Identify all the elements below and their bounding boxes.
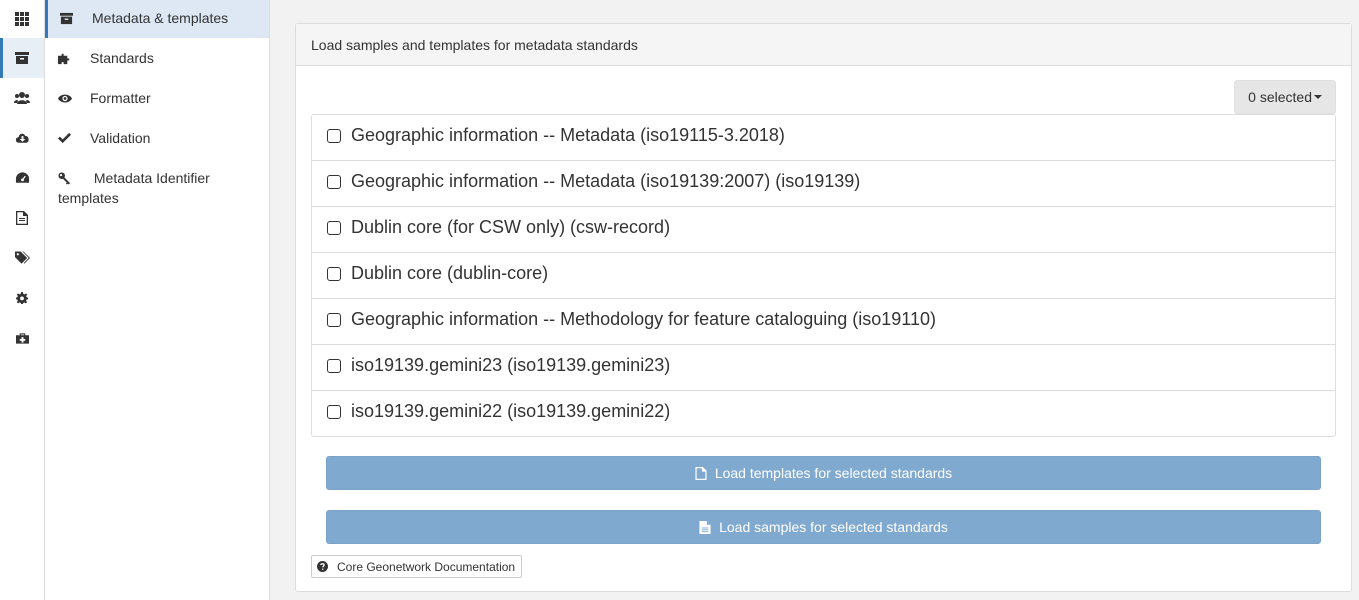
cloud-download-icon [15, 133, 29, 143]
subnav-item-validation[interactable]: Validation [45, 118, 269, 158]
standard-label: Dublin core (dublin-core) [351, 263, 549, 283]
rail-users[interactable] [0, 78, 44, 118]
panel-title: Load samples and templates for metadata … [296, 24, 1351, 66]
puzzle-icon [58, 48, 78, 68]
standard-checkbox[interactable] [327, 358, 341, 373]
archive-box-icon [60, 8, 80, 28]
load-samples-label: Load samples for selected standards [719, 519, 948, 535]
list-item[interactable]: iso19139.gemini23 (iso19139.gemini23) [312, 344, 1335, 390]
standard-checkbox[interactable] [327, 266, 341, 281]
rail-tools[interactable] [0, 318, 44, 358]
load-templates-button[interactable]: Load templates for selected standards [326, 456, 1321, 490]
standard-label: iso19139.gemini23 (iso19139.gemini23) [351, 355, 671, 375]
list-item[interactable]: Geographic information -- Metadata (iso1… [312, 115, 1335, 160]
metadata-templates-panel: Load samples and templates for metadata … [295, 23, 1352, 592]
icon-rail [0, 0, 45, 600]
medkit-icon [15, 333, 29, 344]
subnav-item-label: Validation [90, 130, 151, 146]
list-item[interactable]: Dublin core (for CSW only) (csw-record) [312, 206, 1335, 252]
subnav-item-label: Formatter [90, 90, 151, 106]
standard-checkbox[interactable] [327, 220, 341, 235]
users-icon [14, 92, 30, 104]
standard-checkbox[interactable] [327, 128, 341, 143]
selected-count-dropdown[interactable]: 0 selected [1234, 80, 1336, 114]
standard-checkbox[interactable] [327, 312, 341, 327]
standards-list: Geographic information -- Metadata (iso1… [311, 114, 1336, 437]
documentation-link-label: Core Geonetwork Documentation [337, 559, 516, 574]
eye-icon [58, 88, 78, 108]
file-outline-icon [695, 466, 707, 480]
selected-count-label: 0 selected [1248, 89, 1312, 105]
standard-label: iso19139.gemini22 (iso19139.gemini22) [351, 401, 671, 421]
key-icon [58, 168, 78, 188]
list-item[interactable]: iso19139.gemini22 (iso19139.gemini22) [312, 390, 1335, 436]
caret-down-icon [1314, 95, 1322, 99]
load-samples-button[interactable]: Load samples for selected standards [326, 510, 1321, 544]
standard-checkbox[interactable] [327, 174, 341, 189]
question-circle-icon [317, 561, 328, 572]
standard-checkbox[interactable] [327, 404, 341, 419]
subnav-item-metadata-identifier-templates[interactable]: Metadata Identifier templates [45, 158, 269, 218]
documentation-link[interactable]: Core Geonetwork Documentation [311, 555, 523, 578]
standard-label: Geographic information -- Metadata (iso1… [351, 125, 785, 145]
rail-reports[interactable] [0, 198, 44, 238]
tags-icon [14, 251, 30, 264]
standard-label: Dublin core (for CSW only) (csw-record) [351, 217, 671, 237]
rail-categories[interactable] [0, 238, 44, 278]
subnav-item-label: Metadata Identifier templates [58, 170, 210, 206]
file-text-icon [16, 211, 28, 225]
subnav-item-standards[interactable]: Standards [45, 38, 269, 78]
dashboard-icon [15, 172, 29, 183]
subnav-item-metadata-templates[interactable]: Metadata & templates [45, 0, 269, 38]
apps-grid-icon [15, 12, 29, 26]
subnav-item-label: Metadata & templates [92, 10, 229, 26]
rail-harvest[interactable] [0, 118, 44, 158]
list-item[interactable]: Geographic information -- Methodology fo… [312, 298, 1335, 344]
subnav-item-formatter[interactable]: Formatter [45, 78, 269, 118]
rail-metadata[interactable] [0, 38, 44, 78]
rail-apps[interactable] [0, 0, 44, 38]
rail-dashboard[interactable] [0, 158, 44, 198]
file-text-icon [699, 520, 711, 534]
check-icon [58, 128, 78, 148]
subnav-item-label: Standards [90, 50, 154, 66]
admin-subnav: Metadata & templates Standards Formatter… [45, 0, 270, 600]
list-item[interactable]: Geographic information -- Metadata (iso1… [312, 160, 1335, 206]
load-templates-label: Load templates for selected standards [714, 465, 953, 481]
list-item[interactable]: Dublin core (dublin-core) [312, 252, 1335, 298]
rail-settings[interactable] [0, 278, 44, 318]
archive-box-icon [15, 52, 29, 64]
gear-icon [16, 292, 28, 304]
standard-label: Geographic information -- Metadata (iso1… [351, 171, 861, 191]
standard-label: Geographic information -- Methodology fo… [351, 309, 936, 329]
